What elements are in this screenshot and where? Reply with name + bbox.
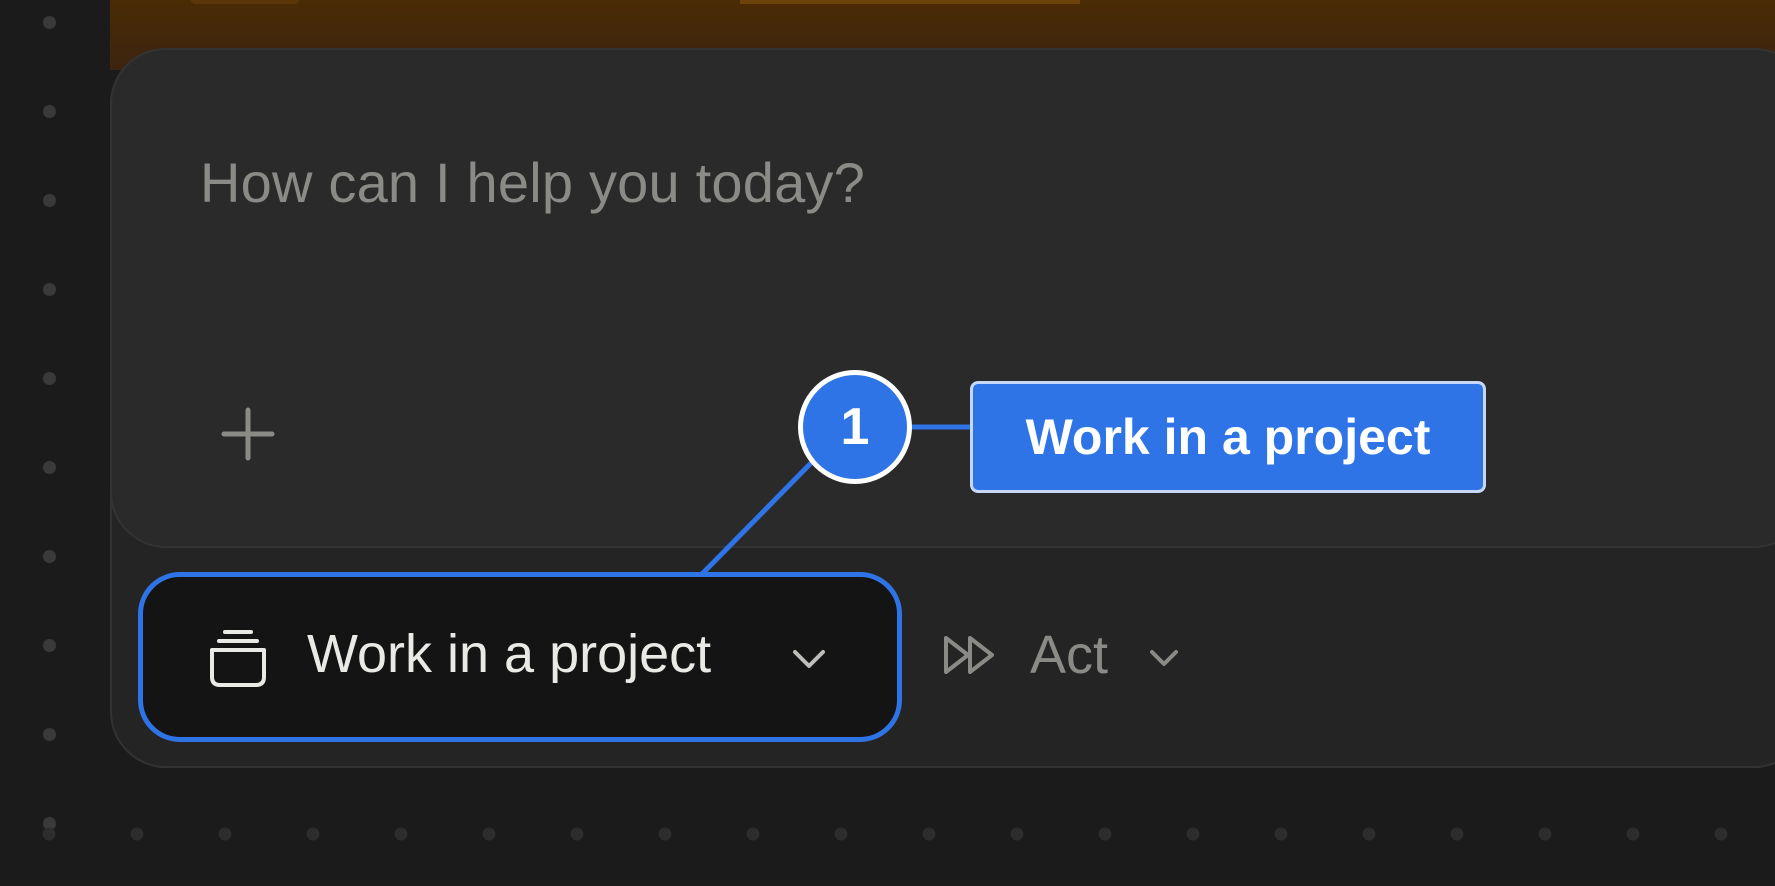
chevron-down-icon [1150, 650, 1178, 666]
dotted-gutter [0, 0, 100, 886]
work-in-project-label: Work in a project [307, 624, 712, 684]
plus-icon [221, 407, 275, 461]
act-mode-button[interactable]: Act [940, 610, 1190, 700]
add-attachment-button[interactable] [208, 394, 288, 474]
callout-label: Work in a project [970, 381, 1486, 493]
fast-forward-icon [944, 636, 994, 674]
input-placeholder: How can I help you today? [200, 151, 865, 214]
act-mode-label: Act [1030, 625, 1109, 685]
banner-shape [740, 0, 1080, 4]
chevron-down-icon [793, 650, 825, 668]
dotted-footer [0, 790, 1775, 880]
banner-shape [190, 0, 300, 4]
step-number-badge: 1 [798, 370, 912, 484]
work-in-project-button[interactable]: Work in a project [138, 572, 902, 742]
folder-stack-icon [210, 630, 266, 687]
composer-input[interactable]: How can I help you today? [110, 48, 1775, 548]
